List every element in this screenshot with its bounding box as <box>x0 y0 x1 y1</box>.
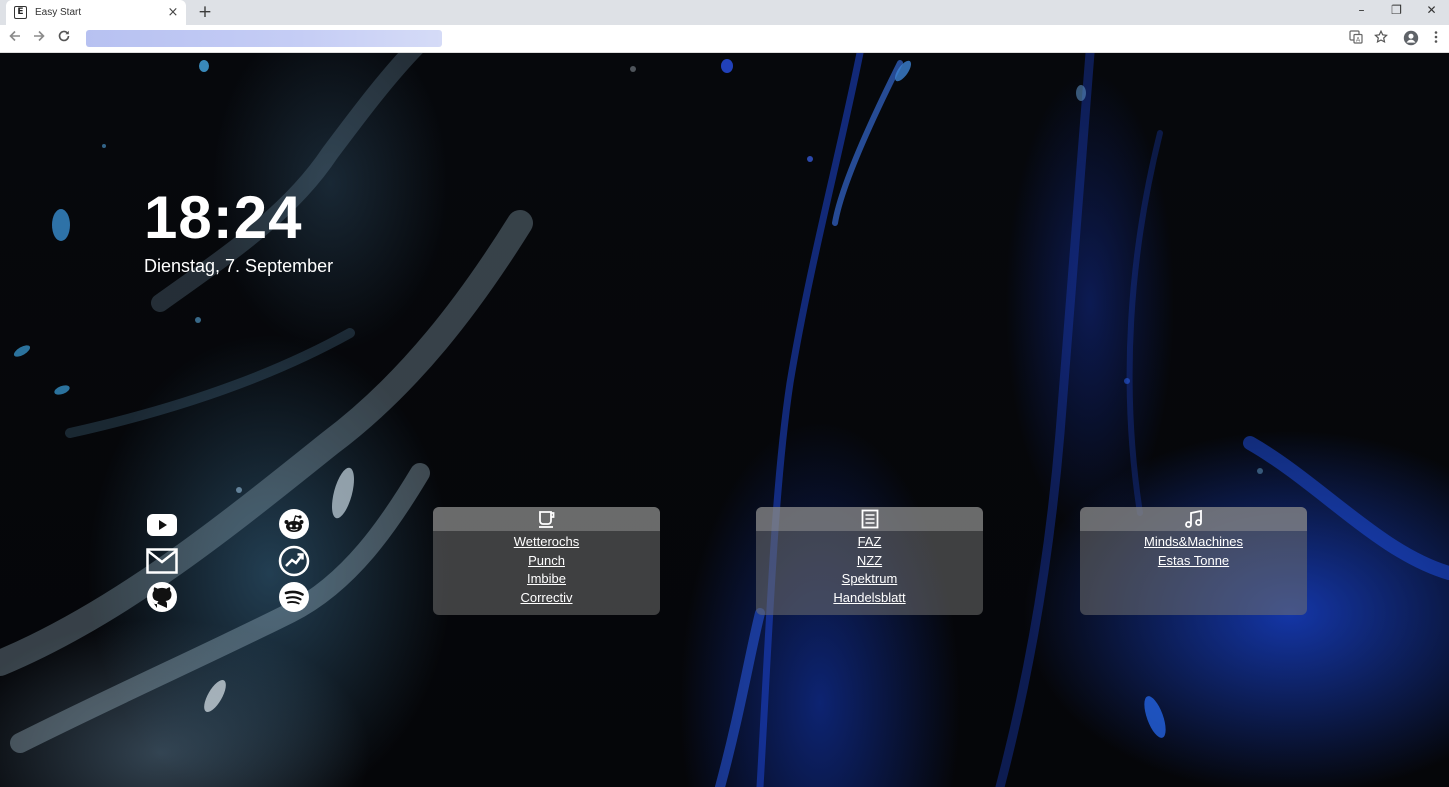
link-spektrum[interactable]: Spektrum <box>842 570 898 589</box>
link-punch[interactable]: Punch <box>528 552 565 571</box>
start-page: 18:24 Dienstag, 7. September Wetterochs … <box>0 53 1449 787</box>
translate-icon[interactable]: A <box>1347 30 1365 48</box>
coffee-icon <box>538 511 554 528</box>
minimize-button[interactable]: – <box>1344 0 1379 20</box>
newspaper-icon <box>861 509 878 529</box>
link-imbibe[interactable]: Imbibe <box>527 570 566 589</box>
forward-button[interactable] <box>29 29 49 49</box>
link-card-drinks: Wetterochs Punch Imbibe Correctiv <box>433 507 660 615</box>
clock-time: 18:24 <box>144 184 303 251</box>
profile-avatar-icon[interactable] <box>1402 30 1420 48</box>
clock-date: Dienstag, 7. September <box>144 256 334 276</box>
link-faz[interactable]: FAZ <box>858 533 882 552</box>
new-tab-button[interactable]: + <box>196 2 214 22</box>
card-header <box>1080 507 1307 531</box>
link-minds-machines[interactable]: Minds&Machines <box>1144 533 1243 552</box>
browser-toolbar: A <box>0 25 1449 53</box>
mail-shortcut[interactable] <box>145 544 179 578</box>
card-link-list: Minds&Machines Estas Tonne <box>1080 531 1307 570</box>
close-window-button[interactable]: ✕ <box>1414 0 1449 20</box>
reload-button[interactable] <box>54 29 74 49</box>
spotify-shortcut[interactable] <box>277 580 311 614</box>
mail-icon <box>146 548 178 574</box>
link-card-news: FAZ NZZ Spektrum Handelsblatt <box>756 507 983 615</box>
address-bar[interactable] <box>86 30 442 47</box>
bookmark-star-icon[interactable] <box>1372 29 1390 48</box>
github-shortcut[interactable] <box>145 580 179 614</box>
spotify-icon <box>279 582 309 612</box>
card-header <box>756 507 983 531</box>
forward-arrow-icon <box>34 30 45 42</box>
music-icon <box>1184 509 1202 528</box>
youtube-shortcut[interactable] <box>145 508 179 542</box>
tab-easy-start[interactable]: E Easy Start × <box>6 0 186 25</box>
reddit-shortcut[interactable] <box>277 507 311 541</box>
youtube-icon <box>147 514 177 536</box>
trending-up-icon <box>278 545 310 577</box>
restore-button[interactable]: ❐ <box>1379 0 1414 20</box>
card-header <box>433 507 660 531</box>
reload-icon <box>58 30 70 42</box>
trending-shortcut[interactable] <box>277 544 311 578</box>
tab-close-icon[interactable]: × <box>166 5 180 20</box>
link-handelsblatt[interactable]: Handelsblatt <box>833 589 905 608</box>
tab-favicon-icon: E <box>14 6 27 19</box>
link-wetterochs[interactable]: Wetterochs <box>514 533 580 552</box>
link-card-music: Minds&Machines Estas Tonne <box>1080 507 1307 615</box>
link-estas-tonne[interactable]: Estas Tonne <box>1158 552 1229 571</box>
back-button[interactable] <box>5 29 25 49</box>
card-link-list: FAZ NZZ Spektrum Handelsblatt <box>756 531 983 608</box>
menu-kebab-icon[interactable] <box>1427 30 1445 48</box>
reddit-icon <box>279 509 309 539</box>
background-fluid-art <box>0 53 1449 787</box>
tab-title: Easy Start <box>35 7 82 18</box>
link-correctiv[interactable]: Correctiv <box>520 589 572 608</box>
card-link-list: Wetterochs Punch Imbibe Correctiv <box>433 531 660 608</box>
link-nzz[interactable]: NZZ <box>857 552 882 571</box>
github-icon <box>147 582 177 612</box>
back-arrow-icon <box>9 30 20 42</box>
tab-strip: E Easy Start × + – ❐ ✕ <box>0 0 1449 25</box>
window-controls: – ❐ ✕ <box>1344 0 1449 22</box>
